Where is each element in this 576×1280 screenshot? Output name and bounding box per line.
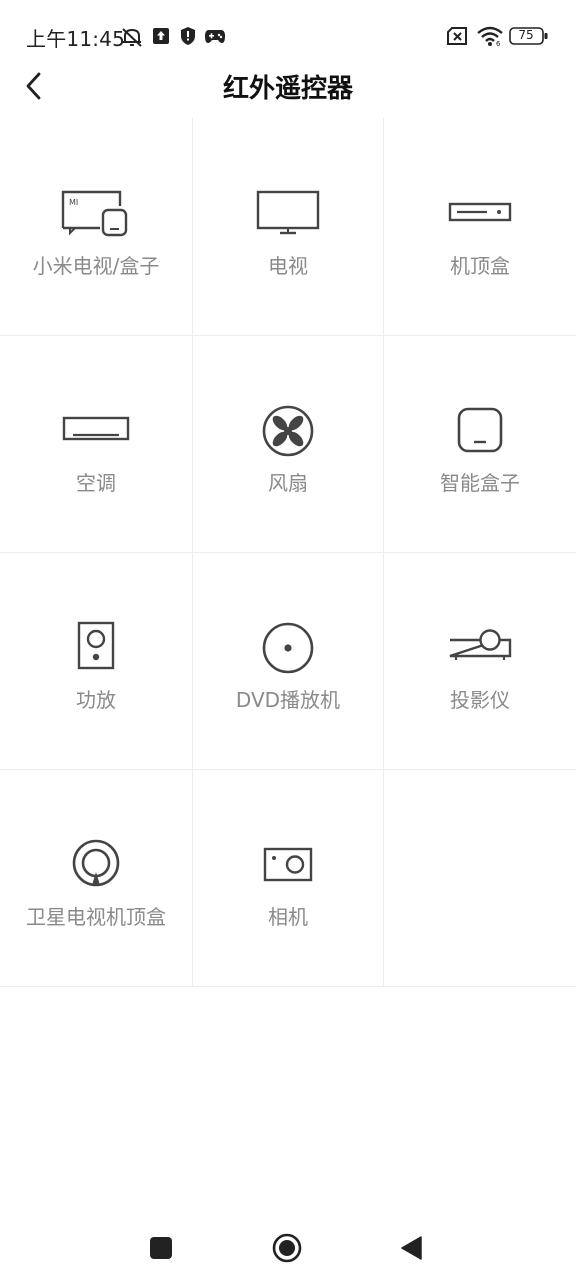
device-set-top-box[interactable]: 机顶盒 [384,118,576,335]
status-time: 上午11:45 [26,27,126,51]
device-label: 风扇 [268,471,308,495]
title-bar: 红外遥控器 [0,60,576,112]
home-circle-icon [272,1233,302,1263]
set-top-box-icon [448,202,512,222]
sim-disabled-icon [446,27,468,49]
device-air-conditioner[interactable]: 空调 [0,335,192,552]
device-camera[interactable]: 相机 [192,769,384,986]
recents-button[interactable] [141,1228,181,1268]
device-label: 机顶盒 [450,254,510,278]
wifi-icon: 6 [476,25,504,51]
dvd-player-icon [262,622,314,674]
recents-square-icon [150,1237,172,1259]
tv-icon [256,190,320,235]
device-dvd-player[interactable]: DVD播放机 [192,552,384,769]
device-amplifier[interactable]: 功放 [0,552,192,769]
device-grid: MI 小米电视/盒子 电视 机顶盒 空调 风扇 智能盒子 功放 DVD播放机 投… [0,118,576,987]
gamepad-icon [204,28,226,48]
amplifier-icon [77,621,115,670]
device-projector[interactable]: 投影仪 [384,552,576,769]
camera-icon [263,847,313,882]
svg-text:MI: MI [69,198,78,207]
back-nav-button[interactable] [392,1228,432,1268]
upload-icon [152,27,170,49]
device-fan[interactable]: 风扇 [192,335,384,552]
smart-box-icon [457,407,503,453]
device-label: 智能盒子 [440,471,520,495]
device-satellite-box[interactable]: 卫星电视机顶盒 [0,769,192,986]
svg-text:6: 6 [496,40,501,47]
device-label: 投影仪 [450,688,510,712]
mi-tv-box-icon: MI [61,190,128,237]
page-title: 红外遥控器 [222,74,353,104]
projector-icon [449,629,512,660]
back-triangle-icon [401,1236,422,1260]
shield-icon [179,26,197,50]
device-label: 相机 [268,905,308,929]
device-label: 功放 [76,688,116,712]
device-label: 空调 [76,471,116,495]
satellite-box-icon [72,839,120,887]
device-mi-tv-box[interactable]: MI 小米电视/盒子 [0,118,192,335]
home-button[interactable] [267,1228,307,1268]
device-label: 电视 [268,254,308,278]
mute-bell-icon [120,26,144,52]
air-conditioner-icon [62,416,130,441]
device-label: 小米电视/盒子 [32,254,160,278]
fan-icon [262,405,314,457]
device-tv[interactable]: 电视 [192,118,384,335]
device-smart-box[interactable]: 智能盒子 [384,335,576,552]
navigation-bar [0,1210,576,1280]
battery-level: 75 [518,28,534,42]
device-label: DVD播放机 [235,688,341,712]
divider [0,986,576,987]
device-label: 卫星电视机顶盒 [26,905,166,929]
